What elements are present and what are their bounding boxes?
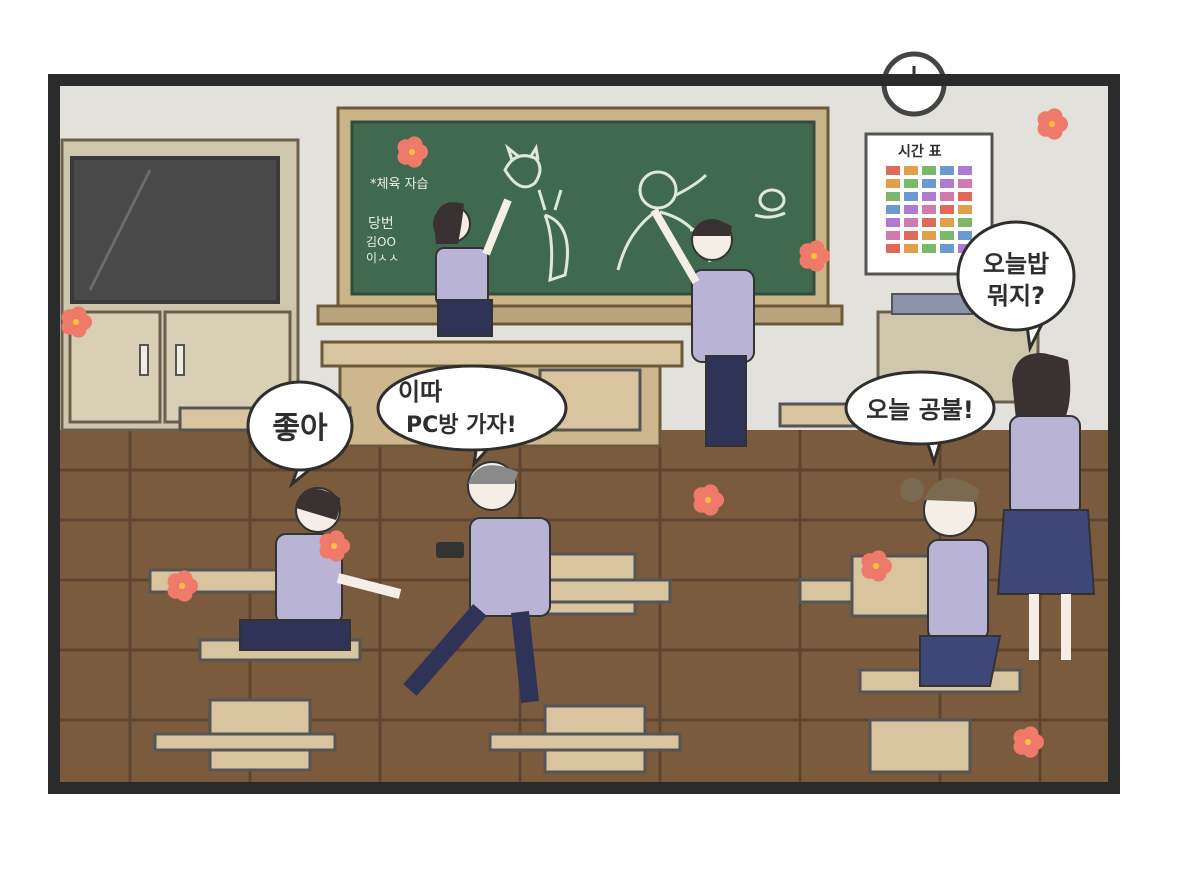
timetable-cell	[958, 205, 972, 214]
board-notice: *체육 자습	[370, 177, 429, 192]
timetable-title: 시간 표	[898, 143, 942, 160]
board-duty-label: 당번	[368, 216, 394, 232]
wall-tv	[70, 156, 280, 304]
timetable-cell	[886, 205, 900, 214]
timetable-cell	[940, 192, 954, 201]
timetable-cell	[940, 205, 954, 214]
phone-icon	[436, 542, 464, 558]
timetable-cell	[922, 205, 936, 214]
timetable-cell	[922, 179, 936, 188]
timetable-cell	[886, 192, 900, 201]
timetable-cell	[958, 192, 972, 201]
timetable-cell	[904, 218, 918, 227]
timetable-cell	[940, 244, 954, 253]
timetable-cell	[886, 218, 900, 227]
timetable-cell	[922, 244, 936, 253]
speech-right-back-line1: 오늘밥	[983, 250, 1049, 278]
timetable-cell	[904, 244, 918, 253]
timetable-cell	[958, 231, 972, 240]
back-cabinet	[60, 138, 300, 432]
board-duty-name-2: 이ㅅㅅ	[366, 251, 399, 265]
timetable-cell	[958, 179, 972, 188]
timetable-cell	[940, 179, 954, 188]
speech-right-back-line2: 뭐지?	[987, 282, 1045, 310]
timetable-cell	[940, 166, 954, 175]
timetable-cell	[922, 218, 936, 227]
classroom-illustration: *체육 자습 당번 김OO 이ㅅㅅ 시간 표 좋아 이따 PC방 가자! 오늘 …	[48, 51, 1120, 794]
speech-middle-line2: PC방 가자!	[406, 413, 517, 438]
timetable-cell	[886, 179, 900, 188]
timetable-cell	[958, 166, 972, 175]
timetable-cell	[886, 231, 900, 240]
board-duty-name-1: 김OO	[366, 235, 396, 249]
timetable-cell	[904, 166, 918, 175]
timetable-cell	[886, 244, 900, 253]
timetable-cell	[940, 218, 954, 227]
speech-right-front-text: 오늘 공불!	[866, 396, 974, 424]
speech-middle-line1: 이따	[398, 378, 442, 406]
timetable-cell	[904, 205, 918, 214]
speech-left-text: 좋아	[272, 411, 328, 446]
timetable-cell	[922, 166, 936, 175]
chalkboard: *체육 자습 당번 김OO 이ㅅㅅ	[316, 106, 844, 326]
timetable-cell	[904, 179, 918, 188]
timetable-cell	[958, 218, 972, 227]
timetable-cell	[922, 231, 936, 240]
timetable-cell	[886, 166, 900, 175]
timetable-cell	[940, 231, 954, 240]
timetable-cell	[922, 192, 936, 201]
timetable-cell	[904, 192, 918, 201]
timetable-cell	[904, 231, 918, 240]
